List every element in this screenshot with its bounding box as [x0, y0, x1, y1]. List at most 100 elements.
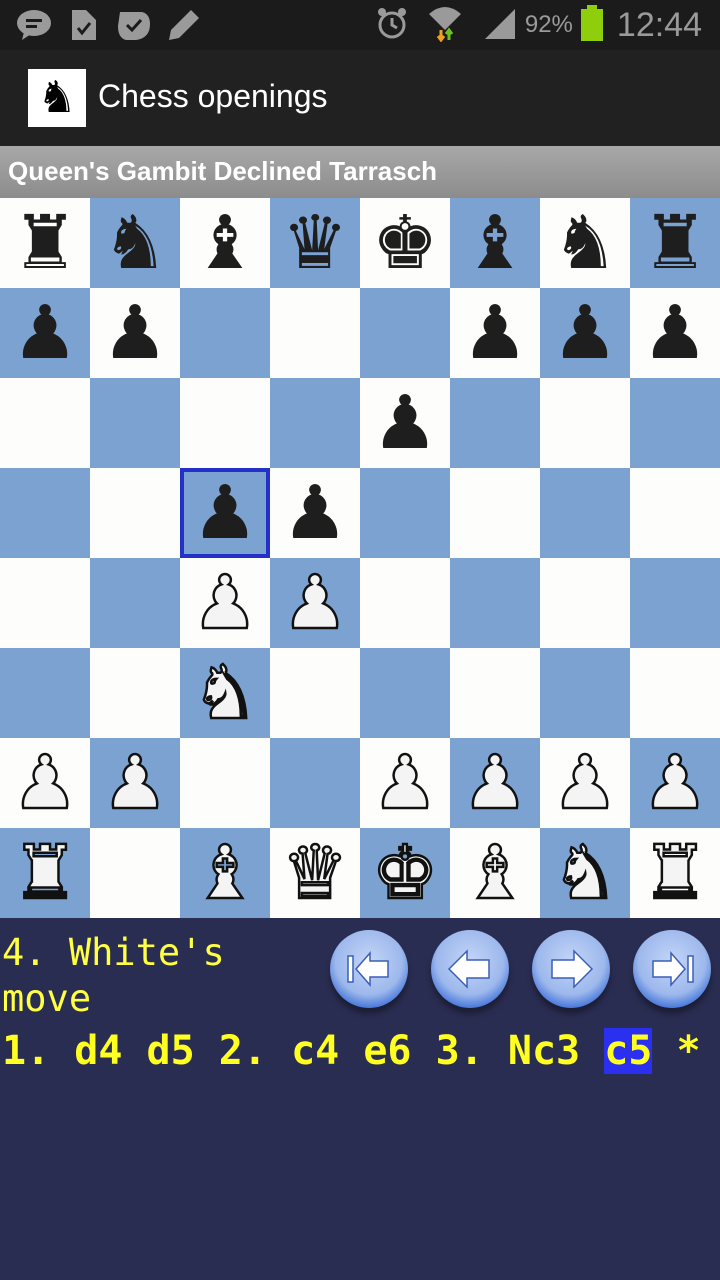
square-a5[interactable]: [0, 468, 90, 558]
square-d3[interactable]: [270, 648, 360, 738]
square-f6[interactable]: [450, 378, 540, 468]
black-king-icon[interactable]: ♚: [372, 206, 438, 280]
black-rook-icon[interactable]: ♜: [642, 206, 708, 280]
black-pawn-icon[interactable]: ♟: [12, 296, 78, 370]
square-b3[interactable]: [90, 648, 180, 738]
next-move-button[interactable]: [532, 930, 610, 1008]
square-g3[interactable]: [540, 648, 630, 738]
square-d2[interactable]: [270, 738, 360, 828]
square-a1[interactable]: ♜: [0, 828, 90, 918]
square-e6[interactable]: ♟: [360, 378, 450, 468]
square-e7[interactable]: [360, 288, 450, 378]
white-knight-icon[interactable]: ♞: [191, 655, 260, 732]
move[interactable]: d4: [74, 1028, 122, 1074]
move[interactable]: c4: [291, 1028, 339, 1074]
square-h3[interactable]: [630, 648, 720, 738]
white-knight-icon[interactable]: ♞: [551, 835, 620, 912]
black-bishop-icon[interactable]: ♝: [192, 206, 258, 280]
square-h8[interactable]: ♜: [630, 198, 720, 288]
square-e5[interactable]: [360, 468, 450, 558]
square-a7[interactable]: ♟: [0, 288, 90, 378]
square-b8[interactable]: ♞: [90, 198, 180, 288]
square-b4[interactable]: [90, 558, 180, 648]
square-d6[interactable]: [270, 378, 360, 468]
square-g2[interactable]: ♟: [540, 738, 630, 828]
square-e1[interactable]: ♚: [360, 828, 450, 918]
white-pawn-icon[interactable]: ♟: [551, 745, 620, 822]
square-c8[interactable]: ♝: [180, 198, 270, 288]
square-h1[interactable]: ♜: [630, 828, 720, 918]
square-f4[interactable]: [450, 558, 540, 648]
square-f1[interactable]: ♝: [450, 828, 540, 918]
square-a6[interactable]: [0, 378, 90, 468]
black-knight-icon[interactable]: ♞: [102, 206, 168, 280]
square-e8[interactable]: ♚: [360, 198, 450, 288]
square-h7[interactable]: ♟: [630, 288, 720, 378]
move[interactable]: e6: [363, 1028, 411, 1074]
black-bishop-icon[interactable]: ♝: [462, 206, 528, 280]
black-pawn-icon[interactable]: ♟: [372, 386, 438, 460]
square-b1[interactable]: [90, 828, 180, 918]
square-h5[interactable]: [630, 468, 720, 558]
square-a2[interactable]: ♟: [0, 738, 90, 828]
square-d5[interactable]: ♟: [270, 468, 360, 558]
square-f2[interactable]: ♟: [450, 738, 540, 828]
square-h6[interactable]: [630, 378, 720, 468]
square-c4[interactable]: ♟: [180, 558, 270, 648]
square-h2[interactable]: ♟: [630, 738, 720, 828]
last-move-button[interactable]: [633, 930, 711, 1008]
white-king-icon[interactable]: ♚: [371, 835, 440, 912]
white-pawn-icon[interactable]: ♟: [281, 565, 350, 642]
chess-board[interactable]: ♜ ♞ ♝ ♛ ♚ ♝ ♞ ♜ ♟ ♟ ♟ ♟ ♟ ♟ ♟ ♟ ♟ ♟ ♞ ♟ ♟ ♟ ♟ ♟ ♟ ♜ ♝ ♛ ♚ ♝ ♞ ♜: [0, 198, 720, 918]
app-logo[interactable]: ♞: [28, 69, 86, 127]
square-c7[interactable]: [180, 288, 270, 378]
previous-move-button[interactable]: [431, 930, 509, 1008]
square-g7[interactable]: ♟: [540, 288, 630, 378]
black-pawn-icon[interactable]: ♟: [282, 476, 348, 550]
white-pawn-icon[interactable]: ♟: [101, 745, 170, 822]
square-c3[interactable]: ♞: [180, 648, 270, 738]
white-pawn-icon[interactable]: ♟: [641, 745, 710, 822]
square-a3[interactable]: [0, 648, 90, 738]
white-bishop-icon[interactable]: ♝: [191, 835, 260, 912]
white-pawn-icon[interactable]: ♟: [371, 745, 440, 822]
square-b7[interactable]: ♟: [90, 288, 180, 378]
move[interactable]: c5: [604, 1028, 653, 1074]
square-b6[interactable]: [90, 378, 180, 468]
first-move-button[interactable]: [330, 930, 408, 1008]
square-f5[interactable]: [450, 468, 540, 558]
square-g5[interactable]: [540, 468, 630, 558]
square-a4[interactable]: [0, 558, 90, 648]
move[interactable]: Nc3: [508, 1028, 580, 1074]
square-a8[interactable]: ♜: [0, 198, 90, 288]
square-c2[interactable]: [180, 738, 270, 828]
black-pawn-icon[interactable]: ♟: [462, 296, 528, 370]
black-pawn-icon[interactable]: ♟: [642, 296, 708, 370]
black-queen-icon[interactable]: ♛: [282, 206, 348, 280]
square-c6[interactable]: [180, 378, 270, 468]
square-e3[interactable]: [360, 648, 450, 738]
white-bishop-icon[interactable]: ♝: [461, 835, 530, 912]
white-pawn-icon[interactable]: ♟: [191, 565, 260, 642]
square-c5[interactable]: ♟: [180, 468, 270, 558]
white-pawn-icon[interactable]: ♟: [461, 745, 530, 822]
square-d1[interactable]: ♛: [270, 828, 360, 918]
square-c1[interactable]: ♝: [180, 828, 270, 918]
square-h4[interactable]: [630, 558, 720, 648]
square-d4[interactable]: ♟: [270, 558, 360, 648]
black-pawn-icon[interactable]: ♟: [552, 296, 618, 370]
square-e2[interactable]: ♟: [360, 738, 450, 828]
black-pawn-icon[interactable]: ♟: [192, 476, 258, 550]
black-rook-icon[interactable]: ♜: [12, 206, 78, 280]
square-b2[interactable]: ♟: [90, 738, 180, 828]
move[interactable]: d5: [147, 1028, 195, 1074]
white-pawn-icon[interactable]: ♟: [11, 745, 80, 822]
white-rook-icon[interactable]: ♜: [11, 835, 80, 912]
black-pawn-icon[interactable]: ♟: [102, 296, 168, 370]
square-g8[interactable]: ♞: [540, 198, 630, 288]
square-g1[interactable]: ♞: [540, 828, 630, 918]
square-g6[interactable]: [540, 378, 630, 468]
white-rook-icon[interactable]: ♜: [641, 835, 710, 912]
black-knight-icon[interactable]: ♞: [552, 206, 618, 280]
square-e4[interactable]: [360, 558, 450, 648]
